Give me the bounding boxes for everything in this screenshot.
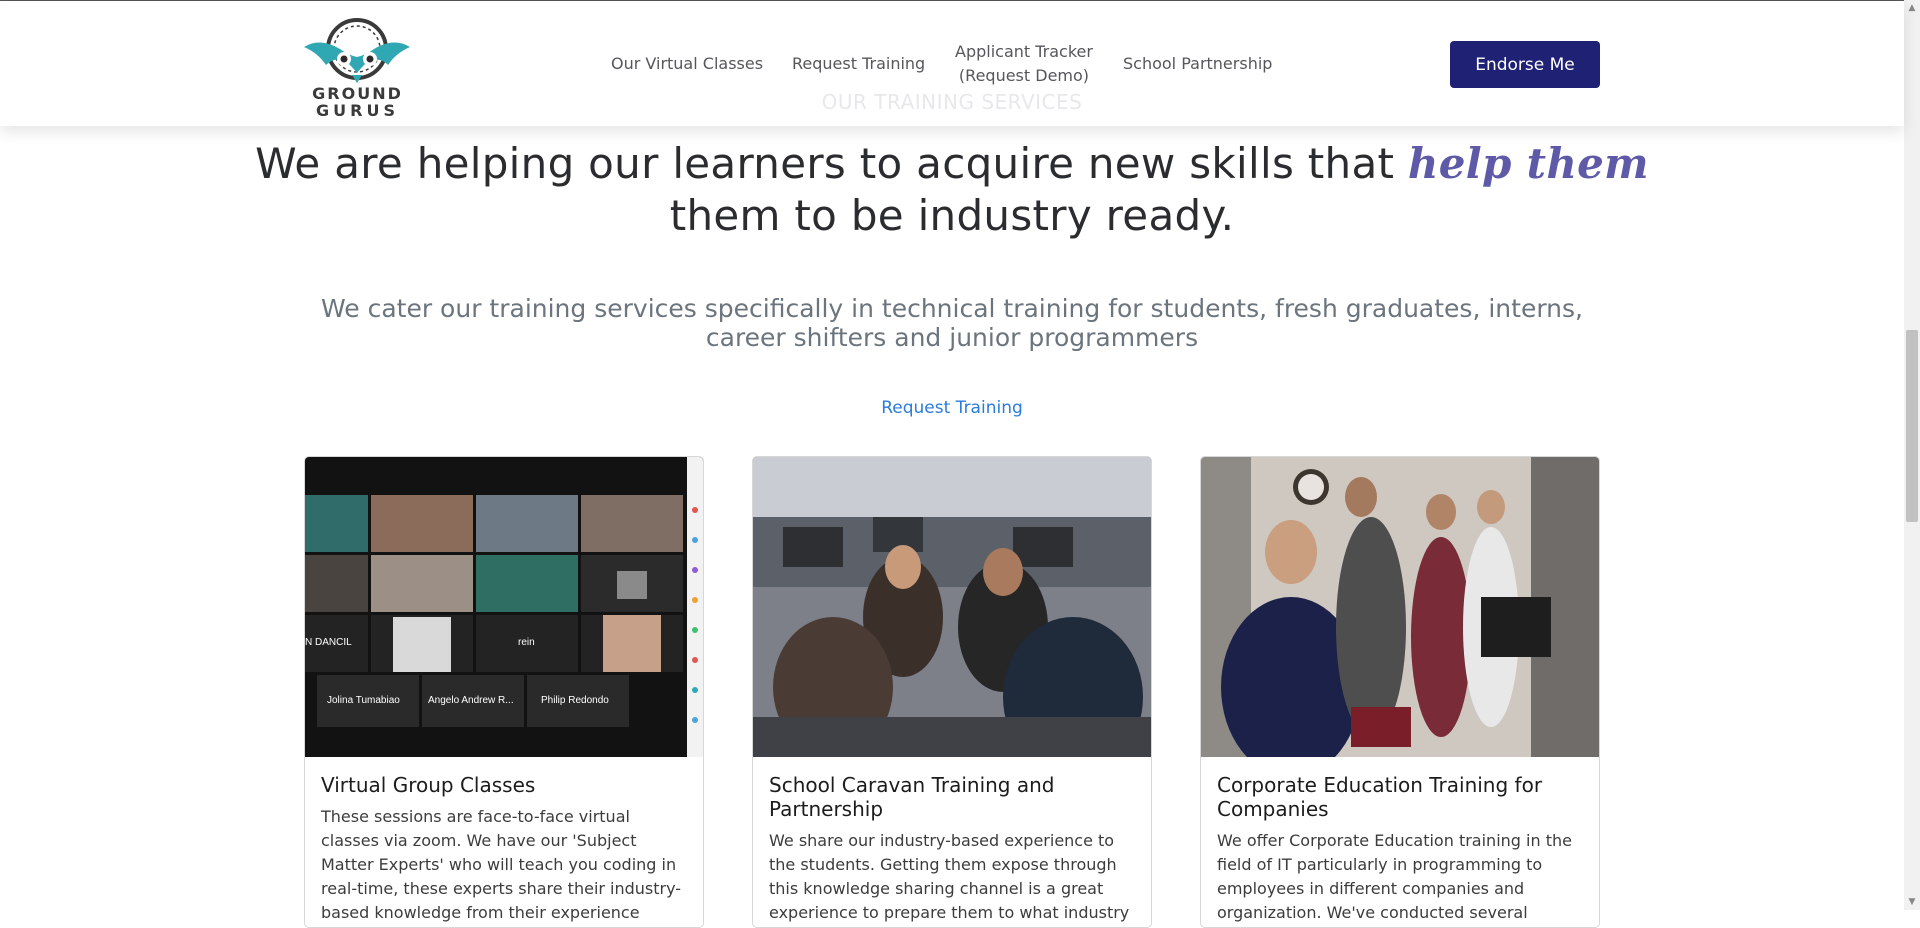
card-school-caravan[interactable]: School Caravan Training and Partnership … — [752, 456, 1152, 928]
video-tile: N DANCIL — [305, 615, 368, 672]
corporate-team-photo — [1201, 457, 1599, 757]
zoom-grid: N DANCIL rein Jolina Tumabiao Angelo And… — [305, 457, 703, 757]
request-training-link[interactable]: Request Training — [0, 398, 1904, 418]
video-tile — [581, 495, 683, 552]
scroll-up-arrow-icon[interactable]: ▲ — [1906, 1, 1918, 15]
video-tile: Angelo Andrew R... — [422, 675, 524, 727]
zoom-participant-name: Philip Redondo — [541, 695, 609, 706]
owl-logo-icon — [304, 18, 410, 83]
video-tile — [476, 555, 578, 612]
video-tile — [581, 555, 683, 612]
section-headline: We are helping our learners to acquire n… — [250, 138, 1654, 242]
video-tile — [581, 615, 683, 672]
section-eyebrow: OUR TRAINING SERVICES — [821, 90, 1083, 114]
video-tile: Jolina Tumabiao — [317, 675, 419, 727]
card-description: We share our industry-based experience t… — [769, 831, 1130, 922]
card-title: Corporate Education Training for Compani… — [1217, 773, 1543, 821]
video-tile — [371, 615, 473, 672]
video-tile — [371, 495, 473, 552]
zoom-side-panel — [687, 457, 703, 757]
card-virtual-group-classes[interactable]: N DANCIL rein Jolina Tumabiao Angelo And… — [304, 456, 704, 928]
video-tile — [371, 555, 473, 612]
video-tile — [305, 495, 368, 552]
team-photo-placeholder — [1201, 457, 1599, 757]
scrollbar-thumb[interactable] — [1906, 330, 1918, 522]
video-tile: Philip Redondo — [527, 675, 629, 727]
card-title: School Caravan Training and Partnership — [769, 773, 1055, 821]
endorse-me-button[interactable]: Endorse Me — [1450, 41, 1600, 88]
headline-part1: We are helping our learners to acquire n… — [255, 139, 1408, 188]
nav-applicant-tracker-line2: (Request Demo) — [958, 65, 1090, 85]
zoom-participant-name: N DANCIL — [305, 637, 352, 648]
section-subtext: We cater our training services specifica… — [321, 294, 1583, 352]
card-title: Virtual Group Classes — [321, 773, 536, 797]
zoom-participant-name: Jolina Tumabiao — [327, 695, 400, 706]
zoom-participant-name: Angelo Andrew R... — [428, 695, 514, 706]
nav-applicant-tracker-line1: Applicant Tracker — [955, 41, 1093, 61]
headline-part2: them to be industry ready. — [669, 191, 1235, 240]
classroom-photo — [753, 457, 1151, 757]
classroom-photo-placeholder — [753, 457, 1151, 757]
video-tile — [476, 495, 578, 552]
headline-accent: help them — [1407, 139, 1649, 188]
zoom-meeting-image: N DANCIL rein Jolina Tumabiao Angelo And… — [305, 457, 703, 757]
zoom-participant-name: rein — [518, 637, 535, 648]
video-tile — [305, 555, 368, 612]
card-corporate-education[interactable]: Corporate Education Training for Compani… — [1200, 456, 1600, 928]
card-description: We offer Corporate Education training in… — [1217, 831, 1572, 922]
scroll-down-arrow-icon[interactable]: ▼ — [1906, 895, 1918, 909]
video-tile: rein — [476, 615, 578, 672]
